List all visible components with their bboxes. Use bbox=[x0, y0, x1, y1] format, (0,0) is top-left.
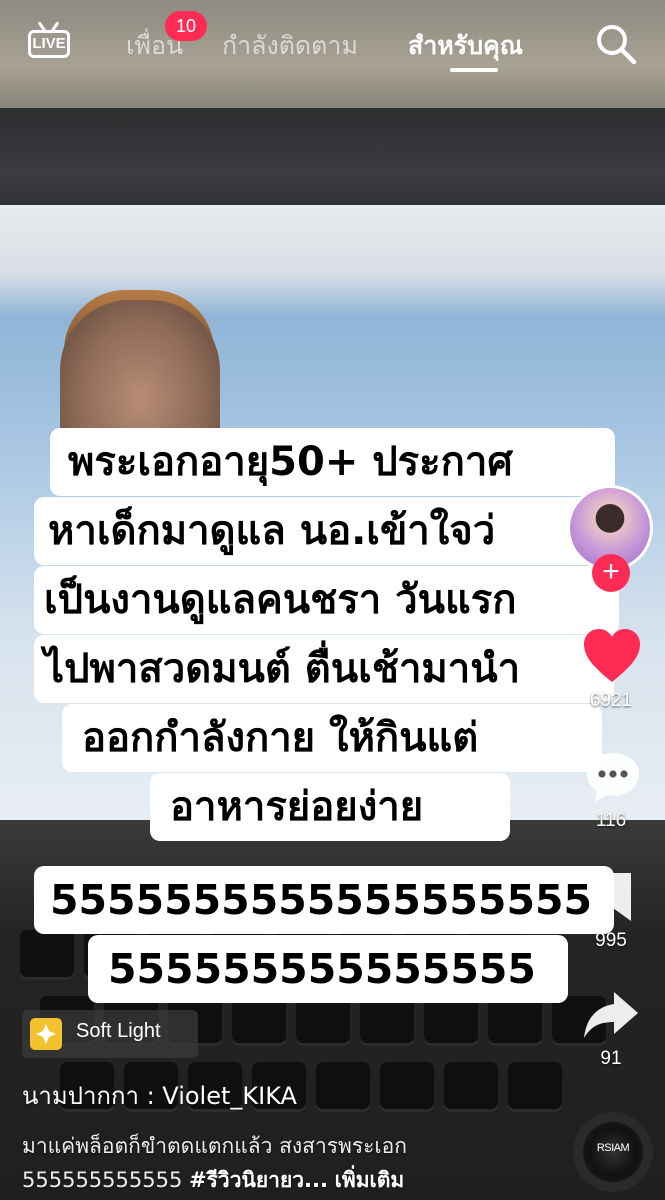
search-button[interactable] bbox=[594, 22, 638, 66]
comment-icon[interactable] bbox=[584, 750, 642, 804]
effect-chip[interactable]: Soft Light bbox=[22, 1010, 198, 1058]
post-description-line2: 555555555555 #รีวิวนิยายว... เพิ่มเติม bbox=[22, 1164, 404, 1197]
tab-following[interactable]: กำลังติดตาม bbox=[222, 26, 358, 66]
share-count: 91 bbox=[600, 1048, 622, 1069]
bookmark-icon[interactable] bbox=[590, 870, 636, 924]
music-disc-icon[interactable]: RSIAM bbox=[573, 1112, 653, 1192]
top-navigation: LIVE เพื่อน 10 กำลังติดตาม สำหรับคุณ bbox=[0, 0, 665, 90]
tab-for-you[interactable]: สำหรับคุณ bbox=[408, 26, 523, 66]
see-more-link[interactable]: เพิ่มเติม bbox=[335, 1168, 405, 1192]
friends-badge: 10 bbox=[165, 11, 207, 41]
description-text: 555555555555 bbox=[22, 1168, 183, 1192]
like-count: 6921 bbox=[589, 690, 633, 711]
laptop-bezel bbox=[0, 108, 665, 218]
follow-plus-button[interactable]: + bbox=[592, 554, 630, 592]
live-icon: LIVE bbox=[28, 30, 70, 58]
save-count: 995 bbox=[595, 930, 627, 951]
hashtag-link[interactable]: #รีวิวนิยายว... bbox=[189, 1168, 328, 1192]
active-tab-indicator bbox=[450, 68, 498, 72]
share-icon[interactable] bbox=[582, 990, 640, 1040]
music-disc-label: RSIAM bbox=[596, 1142, 630, 1154]
comment-count: 116 bbox=[595, 810, 627, 831]
live-button[interactable]: LIVE bbox=[26, 20, 74, 64]
heart-icon[interactable] bbox=[582, 628, 642, 684]
post-description: มาแค่พล็อตก็ขำตดแตกแล้ว สงสารพระเอก bbox=[22, 1134, 407, 1158]
laptop-screen-toolbar bbox=[0, 205, 665, 275]
effect-icon bbox=[30, 1018, 62, 1050]
effect-label: Soft Light bbox=[76, 1020, 161, 1042]
search-icon bbox=[597, 25, 637, 65]
creator-username[interactable]: นามปากกา : Violet_KIKA bbox=[22, 1076, 297, 1115]
video-person-face bbox=[60, 300, 220, 480]
